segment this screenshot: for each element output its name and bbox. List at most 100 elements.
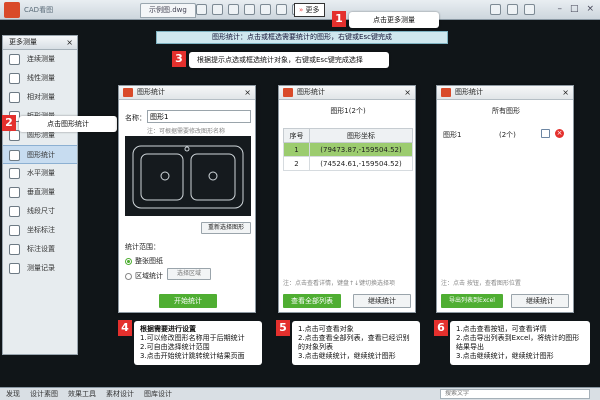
radio-checked[interactable] xyxy=(125,257,132,265)
maximize-icon[interactable]: □ xyxy=(570,4,579,15)
bottom-item[interactable]: 图库设计 xyxy=(144,389,172,399)
more-measure-panel: 更多测量 × 连续测量 线性测量 相对测量 矩形测量 圆形测量 图形统计 水平测… xyxy=(2,35,78,355)
item-count: (2个) xyxy=(499,131,516,139)
vertical-measure-icon xyxy=(9,187,20,198)
search-input[interactable] xyxy=(440,389,590,399)
close-icon[interactable]: × xyxy=(562,86,569,99)
shape-count-results-dialog: 图形统计 × 图形1(2个) 序号 图形坐标 1 (79473.87,-1595… xyxy=(278,85,416,313)
text-icon[interactable] xyxy=(276,4,287,15)
item-label: 线段尺寸 xyxy=(27,207,55,215)
panel-title: 更多测量 xyxy=(9,38,37,46)
col-header-coord: 图形坐标 xyxy=(309,128,413,143)
continue-count-button[interactable]: 继续统计 xyxy=(353,294,411,308)
panel-item-segment[interactable]: 线段尺寸 xyxy=(3,202,77,221)
sink-preview-graphic xyxy=(132,145,244,209)
instruction-line: 3.点击开始统计跳转统计结果页面 xyxy=(140,352,245,360)
all-shapes-heading: 所有图形 xyxy=(492,107,520,115)
close-icon[interactable]: × xyxy=(586,4,594,15)
continue-count-button[interactable]: 继续统计 xyxy=(511,294,569,308)
callout-2-number: 2 xyxy=(2,115,16,131)
panel-item-linear[interactable]: 线性测量 xyxy=(3,69,77,88)
layer-icon[interactable] xyxy=(244,4,255,15)
all-shapes-dialog: 图形统计 × 所有图形 图形1 (2个) × 注：点击 按钮，查看图形位置 导出… xyxy=(436,85,574,313)
instruction-title: 根据需要进行设置 xyxy=(140,325,196,333)
reselect-shape-button[interactable]: 重新选择图形 xyxy=(201,222,251,234)
bottom-item[interactable]: 设计素图 xyxy=(30,389,58,399)
item-label: 相对测量 xyxy=(27,93,55,101)
table-row[interactable]: 1 (79473.87,-159504.52) xyxy=(283,142,413,157)
records-icon xyxy=(9,263,20,274)
view-detail-icon[interactable] xyxy=(541,129,550,138)
user-icon[interactable] xyxy=(507,4,518,15)
status-hint: 图形统计：点击或框选需要统计的图形，右键或Esc键完成 xyxy=(156,31,448,44)
item-label: 水平测量 xyxy=(27,169,55,177)
continuous-measure-icon xyxy=(9,54,20,65)
callout-2: 点击图形统计 xyxy=(19,116,117,132)
bottom-item[interactable]: 发现 xyxy=(6,389,20,399)
dialog-title: 图形统计 xyxy=(455,88,483,96)
bottom-item[interactable]: 效果工具 xyxy=(68,389,96,399)
panel-item-horizontal[interactable]: 水平测量 xyxy=(3,164,77,183)
instruction-5: 1.点击可查看对象 2.点击查看全部列表，查看已经识别的对象列表 3.点击继续统… xyxy=(292,321,420,365)
minimize-icon[interactable]: – xyxy=(557,4,562,15)
cell-coord: (79473.87,-159504.52) xyxy=(309,142,413,157)
delete-icon[interactable]: × xyxy=(555,129,564,138)
panel-item-records[interactable]: 测量记录 xyxy=(3,259,77,278)
settings-icon[interactable] xyxy=(524,4,535,15)
app-logo-icon xyxy=(123,88,133,97)
open-icon[interactable] xyxy=(196,4,207,15)
more-measure-button[interactable]: » 更多 xyxy=(294,3,325,17)
coordinate-icon xyxy=(9,225,20,236)
panel-item-vertical[interactable]: 垂直测量 xyxy=(3,183,77,202)
app-name: CAD看图 xyxy=(24,6,54,14)
cell-no: 2 xyxy=(283,156,310,171)
option-whole-drawing[interactable]: 整张图纸 xyxy=(125,256,163,266)
select-region-button[interactable]: 选择区域 xyxy=(167,268,211,280)
window-controls: – □ × xyxy=(557,4,594,15)
print-icon[interactable] xyxy=(228,4,239,15)
item-label: 圆形测量 xyxy=(27,131,55,139)
shape-name-input[interactable] xyxy=(147,110,251,123)
results-heading: 图形1(2个) xyxy=(330,107,366,115)
toolbar-tools xyxy=(196,4,303,16)
segment-size-icon xyxy=(9,206,20,217)
document-tab[interactable]: 示例图.dwg xyxy=(140,3,196,18)
table-row[interactable]: 2 (74524.61,-159504.52) xyxy=(283,156,413,171)
panel-item-shape-count[interactable]: 图形统计 xyxy=(3,145,77,164)
dialog-title-bar: 图形统计 × xyxy=(119,86,255,100)
callout-3-number: 3 xyxy=(172,51,186,67)
instruction-line: 2.点击查看全部列表，查看已经识别的对象列表 xyxy=(298,334,410,351)
dialog-title: 图形统计 xyxy=(137,88,165,96)
measure-icon[interactable] xyxy=(260,4,271,15)
table-header: 序号 图形坐标 xyxy=(283,128,413,143)
results-table: 序号 图形坐标 1 (79473.87,-159504.52) 2 (74524… xyxy=(283,128,413,171)
shape-count-settings-dialog: 图形统计 × 名称： 注：可根据需要修改图形名称 重新选择图形 统计范围： 整张… xyxy=(118,85,256,313)
results-note: 注：点击查看详情，键盘↑↓键切换选择项 xyxy=(283,280,396,287)
bottom-item[interactable]: 素材设计 xyxy=(106,389,134,399)
panel-item-annotation-settings[interactable]: 标注设置 xyxy=(3,240,77,259)
panel-item-continuous[interactable]: 连续测量 xyxy=(3,50,77,69)
start-count-button[interactable]: 开始统计 xyxy=(159,294,217,308)
item-name: 图形1 xyxy=(443,131,462,139)
app-logo-icon xyxy=(441,88,451,97)
instruction-line: 2.点击导出列表到Excel，将统计的图形结果导出 xyxy=(456,334,580,351)
panel-item-coordinate[interactable]: 坐标标注 xyxy=(3,221,77,240)
cloud-icon[interactable] xyxy=(490,4,501,15)
option-region[interactable]: 区域统计 xyxy=(125,271,163,281)
export-excel-button[interactable]: 导出列表到Excel xyxy=(441,294,503,308)
item-label: 标注设置 xyxy=(27,245,55,253)
list-item[interactable]: 图形1 (2个) × xyxy=(443,128,569,140)
item-label: 线性测量 xyxy=(27,74,55,82)
save-icon[interactable] xyxy=(212,4,223,15)
view-all-list-button[interactable]: 查看全部列表 xyxy=(283,294,341,308)
item-label: 垂直测量 xyxy=(27,188,55,196)
close-icon[interactable]: × xyxy=(244,86,251,99)
close-icon[interactable]: × xyxy=(66,36,73,49)
radio-unchecked[interactable] xyxy=(125,272,132,280)
top-toolbar: CAD看图 示例图.dwg » 更多 – □ × xyxy=(0,0,600,20)
close-icon[interactable]: × xyxy=(404,86,411,99)
instruction-line: 1.点击查看按钮，可查看详情 xyxy=(456,325,547,333)
item-label: 连续测量 xyxy=(27,55,55,63)
cell-coord: (74524.61,-159504.52) xyxy=(309,156,413,171)
panel-item-relative[interactable]: 相对测量 xyxy=(3,88,77,107)
